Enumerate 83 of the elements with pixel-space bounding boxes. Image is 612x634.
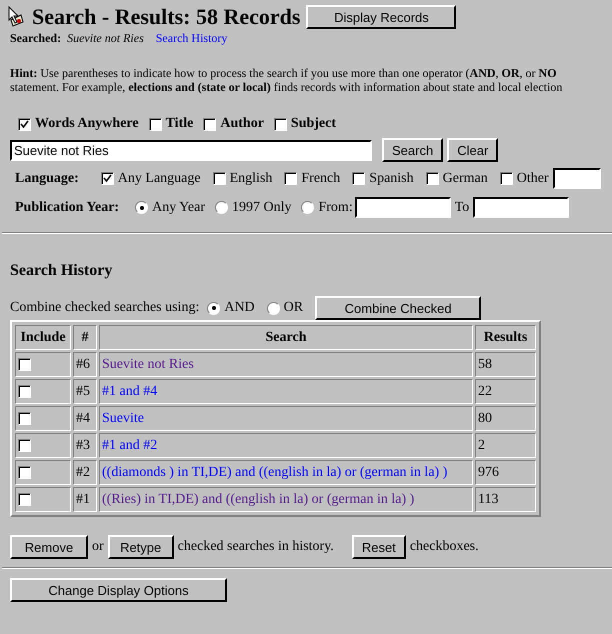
search-button[interactable]: Search <box>382 138 444 162</box>
to-year-field[interactable] <box>473 197 570 218</box>
language-option-label: Any Language <box>118 170 201 186</box>
table-cell: #4 <box>73 406 97 431</box>
checkbox[interactable] <box>18 384 31 398</box>
search-field[interactable]: Suevite not Ries <box>10 140 372 160</box>
checkbox[interactable] <box>284 172 298 185</box>
search-history-link[interactable]: Search History <box>156 31 228 46</box>
table-cell: 22 <box>475 379 536 404</box>
search-link[interactable]: Suevite <box>102 410 144 426</box>
language-option-label: English <box>230 170 272 186</box>
year-option-label: Any Year <box>152 200 205 216</box>
checkbox[interactable] <box>18 358 31 371</box>
radio-button[interactable] <box>135 201 148 214</box>
or-text: or <box>92 539 104 555</box>
section-title: Search History <box>10 262 114 280</box>
search-link[interactable]: #1 and #4 <box>102 384 158 398</box>
change-display-options-button[interactable]: Change Display Options <box>10 578 227 602</box>
field-option-label: Subject <box>290 116 336 132</box>
combine-checked-button[interactable]: Combine Checked <box>315 296 482 320</box>
table-cell: 113 <box>475 487 536 512</box>
language-option-label: French <box>301 170 340 186</box>
language-label: Language: <box>15 170 79 186</box>
page-title: Search - Results: 58 Records <box>32 4 300 30</box>
search-link[interactable]: #1 and #2 <box>102 438 158 452</box>
language-option-label: Spanish <box>369 170 414 186</box>
column-header: # <box>73 325 97 350</box>
clear-button[interactable]: Clear <box>447 138 498 162</box>
year-option-label: 1997 Only <box>232 200 292 216</box>
checkbox[interactable] <box>352 172 366 185</box>
searched-label: Searched: <box>10 31 62 46</box>
language-option-label: Other <box>516 170 549 186</box>
table-cell: #3 <box>73 433 97 458</box>
radio-button[interactable] <box>207 302 220 314</box>
checkbox[interactable] <box>18 492 31 506</box>
remove-button[interactable]: Remove <box>10 535 88 559</box>
checkbox[interactable] <box>100 172 114 185</box>
action-text: checkboxes. <box>410 539 479 555</box>
language-option-label: German <box>442 170 488 186</box>
publication-year-label: Publication Year: <box>15 200 120 216</box>
checkbox[interactable] <box>18 466 31 479</box>
checkbox[interactable] <box>18 438 31 452</box>
checkbox[interactable] <box>203 118 216 130</box>
action-text: checked searches in history. <box>178 539 334 555</box>
retype-button[interactable]: Retype <box>108 535 174 559</box>
table-cell: 58 <box>475 352 536 377</box>
checkbox[interactable] <box>18 412 31 425</box>
column-header: Results <box>475 325 536 350</box>
cursor-icon <box>8 6 26 28</box>
from-year-field[interactable] <box>354 197 451 218</box>
display-records-button[interactable]: Display Records <box>306 5 456 29</box>
reset-button[interactable]: Reset <box>352 535 406 559</box>
to-label: To <box>454 200 470 216</box>
table-cell: #5 <box>73 379 97 404</box>
radio-button[interactable] <box>266 302 280 314</box>
field-option-label: Words Anywhere <box>35 116 139 132</box>
checkbox[interactable] <box>212 172 226 185</box>
search-link[interactable]: Suevite not Ries <box>102 356 194 372</box>
hint-text: statement. For example, elections and (state or local) finds records with information about state and local election <box>10 80 562 94</box>
column-header: Search <box>99 325 473 350</box>
table-cell: 80 <box>475 406 536 431</box>
table-cell: #2 <box>73 460 97 485</box>
checkbox[interactable] <box>500 172 513 185</box>
checkbox[interactable] <box>18 118 31 130</box>
radio-button[interactable] <box>301 201 314 214</box>
operator-label: AND <box>224 300 255 316</box>
other-language-field[interactable] <box>552 168 601 189</box>
checkbox[interactable] <box>274 118 287 130</box>
table-cell: #6 <box>73 352 97 377</box>
hint-text: Hint: Use parentheses to indicate how to process the search if you use more than one operator (AND, OR, or NO <box>10 66 557 80</box>
checkbox[interactable] <box>426 172 439 185</box>
combine-label: Combine checked searches using: <box>10 300 200 316</box>
table-cell: 976 <box>475 460 536 485</box>
searched-query: Suevite not Ries <box>67 31 144 46</box>
table-cell: 2 <box>475 433 536 458</box>
table-cell: #1 <box>73 487 97 512</box>
operator-label: OR <box>284 300 304 316</box>
field-option-label: Author <box>220 116 264 132</box>
checkbox[interactable] <box>148 118 162 130</box>
radio-button[interactable] <box>214 201 228 214</box>
field-option-label: Title <box>166 116 194 132</box>
year-option-label: From: <box>318 200 353 216</box>
column-header: Include <box>15 325 71 350</box>
